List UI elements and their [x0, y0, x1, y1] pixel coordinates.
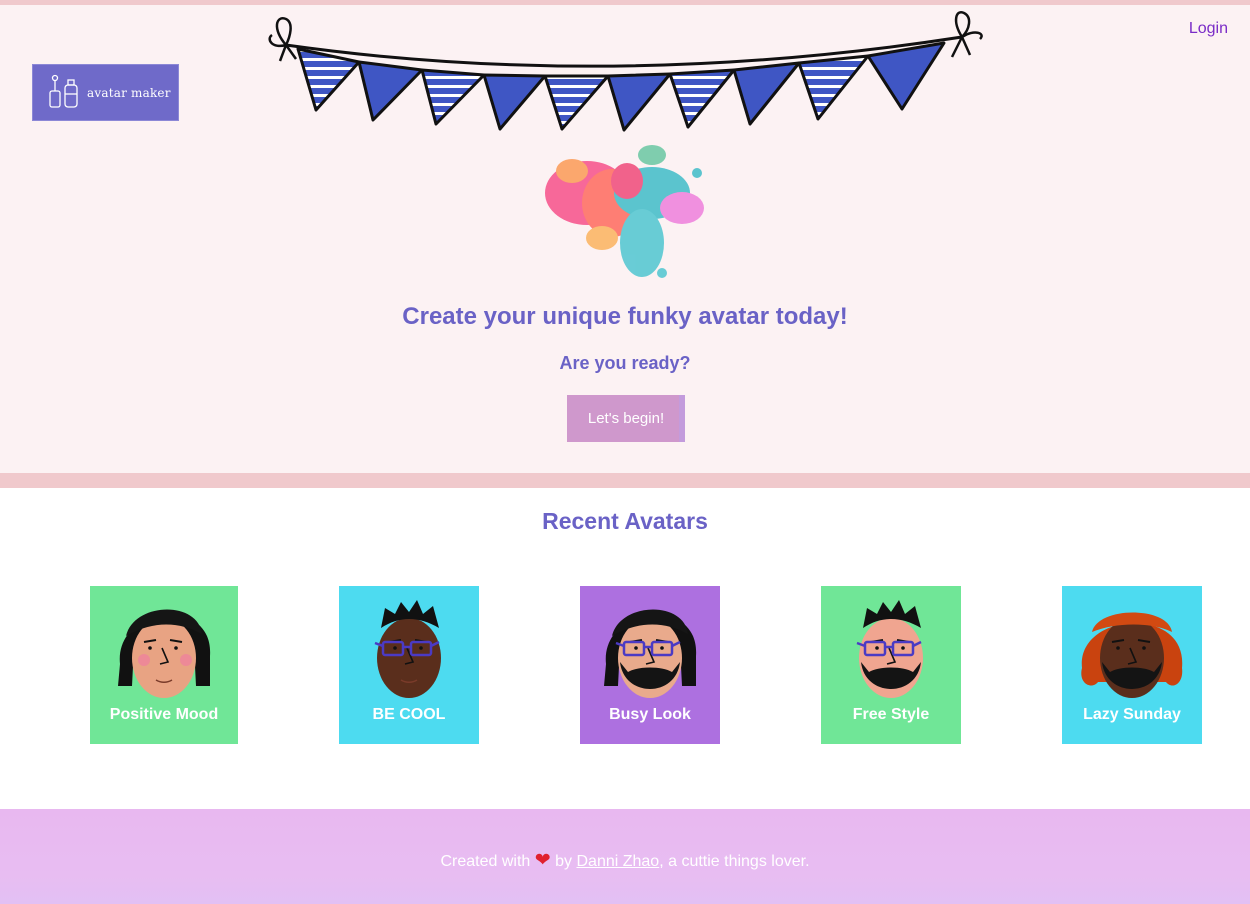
- footer: Created with ❤ by Danni Zhao, a cuttie t…: [0, 809, 1250, 904]
- avatar-card-label: Busy Look: [609, 706, 691, 723]
- avatar-card[interactable]: Busy Look: [580, 586, 720, 744]
- avatar-card-label: BE COOL: [372, 706, 446, 723]
- avatar-card-label: Positive Mood: [109, 706, 219, 723]
- section-divider: [0, 473, 1250, 488]
- footer-prefix: Created with: [440, 853, 531, 870]
- footer-credit: Created with ❤ by Danni Zhao, a cuttie t…: [0, 849, 1250, 872]
- hero-section: avatar maker Create your unique funky av…: [0, 5, 1250, 473]
- avatar-card[interactable]: Positive Mood: [90, 586, 238, 744]
- hero-title: Create your unique funky avatar today!: [402, 303, 848, 330]
- logo-text: avatar maker: [87, 85, 171, 100]
- login-link[interactable]: Login: [1189, 20, 1228, 38]
- avatar-card[interactable]: BE COOL: [339, 586, 479, 744]
- avatar-card[interactable]: Lazy Sunday: [1062, 586, 1202, 744]
- avatar-card-label: Free Style: [852, 706, 930, 723]
- footer-suffix: , a cuttie things lover.: [659, 853, 810, 870]
- lets-begin-button[interactable]: Let's begin!: [567, 395, 685, 442]
- hero-subtitle: Are you ready?: [559, 353, 691, 373]
- bow-right-icon: [950, 11, 983, 58]
- recent-avatars-title: Recent Avatars: [542, 508, 708, 534]
- logo[interactable]: avatar maker: [32, 64, 179, 121]
- bunting-banner: [268, 11, 983, 132]
- avatar-card-label: Lazy Sunday: [1083, 706, 1181, 723]
- paint-splash-image: [545, 145, 704, 278]
- author-link[interactable]: Danni Zhao: [576, 853, 659, 870]
- bow-left-icon: [268, 17, 298, 62]
- footer-by: by: [555, 853, 573, 870]
- makeup-bottles-icon: [49, 74, 78, 108]
- avatar-card[interactable]: Free Style: [821, 586, 961, 744]
- heart-icon: ❤: [534, 850, 551, 871]
